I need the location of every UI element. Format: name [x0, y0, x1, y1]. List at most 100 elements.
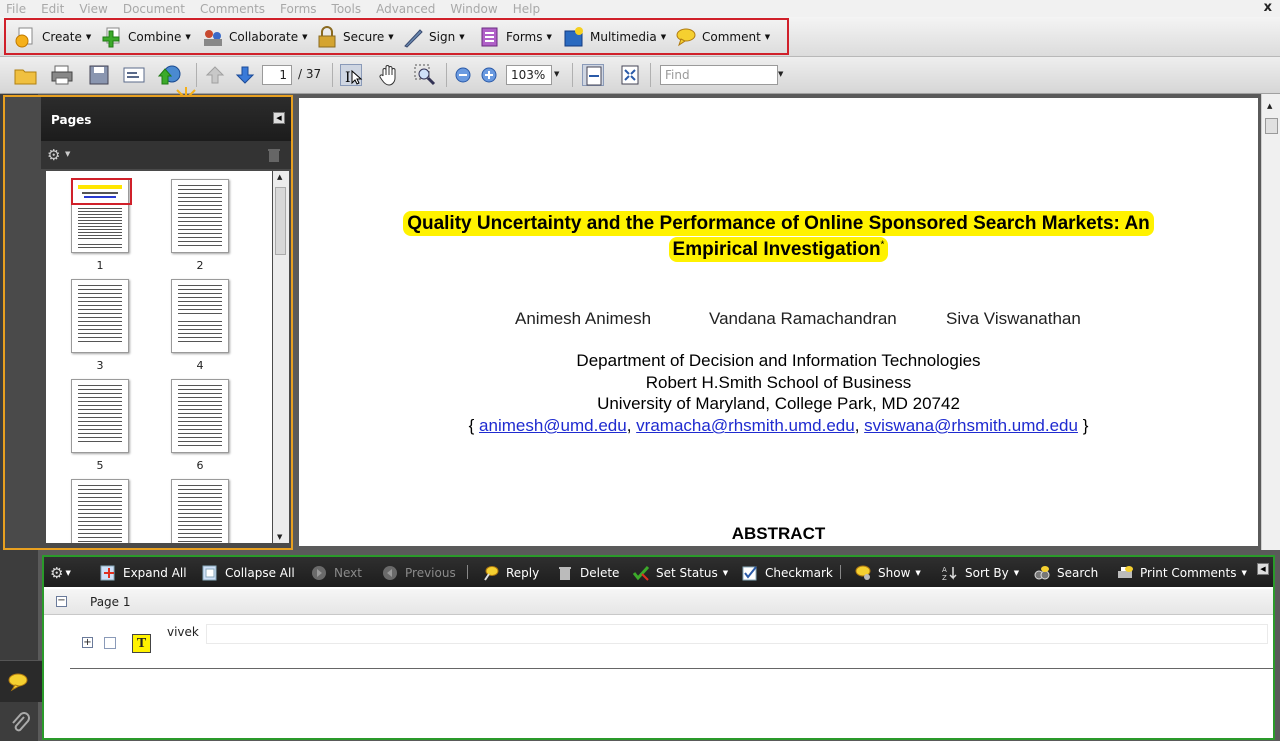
- collapse-all-button[interactable]: Collapse All: [202, 564, 295, 582]
- hand-tool-icon[interactable]: [378, 64, 400, 86]
- upload-globe-icon[interactable]: [157, 64, 181, 86]
- page-thumbnail-label: 2: [196, 259, 204, 272]
- paper-title-line1-wrap: Quality Uncertainty and the Performance …: [299, 211, 1258, 236]
- collapse-panel-icon[interactable]: ◀: [273, 112, 285, 124]
- expand-toggle-icon[interactable]: +: [82, 637, 93, 648]
- page-thumbnail-5[interactable]: [71, 379, 129, 453]
- trash-icon[interactable]: [267, 147, 281, 166]
- comment-checkbox[interactable]: [104, 637, 116, 649]
- paper-title-line2: Empirical Investigation*: [668, 237, 889, 262]
- collapse-toggle-icon[interactable]: −: [56, 596, 67, 607]
- zoom-out-icon[interactable]: [455, 67, 471, 83]
- pages-scrollbar-thumb[interactable]: [275, 187, 286, 255]
- show-button[interactable]: Show ▼: [855, 564, 921, 582]
- document-scrollbar[interactable]: ▲: [1261, 94, 1280, 550]
- scroll-up-icon[interactable]: ▲: [277, 173, 282, 181]
- zoom-level-input[interactable]: 103%: [506, 65, 552, 85]
- comments-options-button[interactable]: ⚙ ▼: [50, 564, 71, 582]
- comments-panel-tab[interactable]: [0, 660, 42, 702]
- create-button[interactable]: Create ▼: [15, 25, 91, 49]
- email-icon[interactable]: [122, 64, 145, 86]
- menu-file[interactable]: File: [6, 2, 26, 16]
- next-comment-button[interactable]: Next: [311, 564, 362, 582]
- menu-forms[interactable]: Forms: [280, 2, 316, 16]
- thumbnail-highlight: [71, 178, 132, 205]
- menu-advanced[interactable]: Advanced: [376, 2, 435, 16]
- print-comments-button[interactable]: Print Comments ▼: [1117, 564, 1247, 582]
- collapse-panel-icon[interactable]: ◀: [1257, 563, 1269, 575]
- previous-page-arrow-icon[interactable]: [204, 64, 226, 86]
- select-text-tool-icon[interactable]: I: [340, 64, 363, 86]
- sign-button[interactable]: Sign ▼: [402, 25, 465, 49]
- gear-options-chevron-icon[interactable]: ▼: [65, 150, 70, 158]
- author-name: Vandana Ramachandran: [709, 309, 897, 328]
- menu-help[interactable]: Help: [513, 2, 540, 16]
- svg-text:Z: Z: [942, 574, 947, 581]
- delete-button[interactable]: Delete: [557, 564, 619, 582]
- window-close-button[interactable]: x: [1264, 0, 1272, 15]
- next-page-arrow-icon[interactable]: [234, 64, 256, 86]
- comments-bubble-icon: [8, 672, 32, 695]
- fit-width-icon[interactable]: [582, 64, 604, 86]
- expand-all-button[interactable]: Expand All: [100, 564, 187, 582]
- menu-edit[interactable]: Edit: [41, 2, 64, 16]
- scroll-up-icon[interactable]: ▲: [1267, 102, 1272, 110]
- sort-icon: AZ: [942, 565, 958, 582]
- save-icon[interactable]: [88, 64, 110, 86]
- find-input[interactable]: Find: [660, 65, 778, 85]
- comment-group-page-1[interactable]: − Page 1: [44, 589, 1273, 615]
- menu-view[interactable]: View: [79, 2, 107, 16]
- sort-by-label: Sort By: [965, 566, 1009, 580]
- page-thumbnail-label: 3: [96, 359, 104, 372]
- checkmark-button[interactable]: Checkmark: [742, 564, 833, 582]
- menu-comments[interactable]: Comments: [200, 2, 265, 16]
- page-thumbnail-4[interactable]: [171, 279, 229, 353]
- multimedia-button[interactable]: Multimedia ▼: [563, 25, 666, 49]
- page-thumbnail-3[interactable]: [71, 279, 129, 353]
- toolbar-separator: [446, 63, 447, 87]
- open-folder-icon[interactable]: [14, 64, 37, 86]
- comment-text-field[interactable]: [206, 624, 1268, 644]
- combine-button[interactable]: Combine ▼: [101, 25, 191, 49]
- search-comments-button[interactable]: Search: [1034, 564, 1098, 582]
- set-status-button[interactable]: Set Status ▼: [632, 564, 728, 582]
- page-thumbnail-7[interactable]: [71, 479, 129, 543]
- email-link[interactable]: sviswana@rhsmith.umd.edu: [864, 416, 1078, 435]
- menu-document[interactable]: Document: [123, 2, 185, 16]
- page-number-input[interactable]: 1: [262, 65, 292, 85]
- scroll-down-icon[interactable]: ▼: [277, 533, 282, 541]
- comment-item[interactable]: + T vivek: [70, 624, 1273, 669]
- reply-button[interactable]: Reply: [483, 564, 539, 582]
- toolbar-separator: [650, 63, 651, 87]
- pages-scrollbar[interactable]: ▲ ▼: [273, 171, 289, 543]
- page-thumbnails: 1 2 3 4 5 6: [46, 171, 272, 543]
- print-icon[interactable]: [50, 64, 73, 86]
- secure-button[interactable]: Secure ▼: [316, 25, 394, 49]
- sort-by-button[interactable]: A Z Sort By ▼: [942, 564, 1019, 582]
- forms-button[interactable]: Forms ▼: [479, 25, 552, 49]
- task-toolbar: Create ▼ Combine ▼ Collaborate ▼ Secure ▼ Si…: [0, 17, 1280, 57]
- comment-label: Comment: [702, 30, 761, 44]
- find-dropdown-chevron-icon[interactable]: ▼: [778, 70, 783, 78]
- document-scrollbar-thumb[interactable]: [1265, 118, 1278, 134]
- collaborate-button[interactable]: Collaborate ▼: [202, 25, 307, 49]
- previous-comment-button[interactable]: Previous: [382, 564, 456, 582]
- menu-window[interactable]: Window: [450, 2, 497, 16]
- fit-page-icon[interactable]: [619, 64, 641, 86]
- attachments-paperclip-icon[interactable]: [10, 712, 30, 739]
- gear-options-icon[interactable]: ⚙: [47, 146, 60, 164]
- menu-tools[interactable]: Tools: [332, 2, 362, 16]
- document-page[interactable]: Quality Uncertainty and the Performance …: [299, 98, 1258, 546]
- page-thumbnail-2[interactable]: [171, 179, 229, 253]
- marquee-zoom-icon[interactable]: [414, 64, 436, 86]
- zoom-dropdown-chevron-icon[interactable]: ▼: [554, 70, 559, 78]
- zoom-in-icon[interactable]: [481, 67, 497, 83]
- page-thumbnail-8[interactable]: [171, 479, 229, 543]
- page-thumbnail-6[interactable]: [171, 379, 229, 453]
- email-link[interactable]: vramacha@rhsmith.umd.edu: [636, 416, 855, 435]
- comment-button[interactable]: Comment ▼: [675, 25, 770, 49]
- collaborate-icon: [202, 26, 224, 48]
- email-link[interactable]: animesh@umd.edu: [479, 416, 627, 435]
- document-area: Quality Uncertainty and the Performance …: [293, 94, 1280, 550]
- checkmark-icon: [742, 565, 758, 581]
